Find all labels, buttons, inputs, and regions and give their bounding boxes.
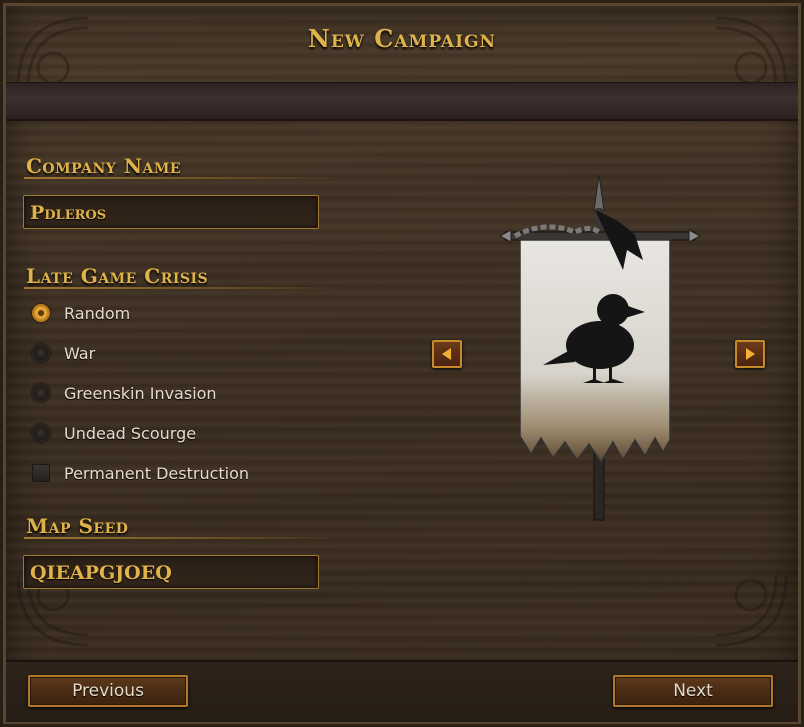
radio-button[interactable] xyxy=(32,384,50,402)
permanent-destruction-label: Permanent Destruction xyxy=(64,463,250,483)
crisis-option-label: Undead Scourge xyxy=(64,423,197,443)
radio-button[interactable] xyxy=(32,344,50,362)
title-divider-band xyxy=(6,82,798,121)
company-banner xyxy=(495,170,705,525)
crisis-heading: Late Game Crisis xyxy=(26,264,209,288)
crisis-option-undead-scourge[interactable]: Undead Scourge xyxy=(32,421,196,445)
arrow-right-icon xyxy=(746,348,755,360)
crisis-option-war[interactable]: War xyxy=(32,341,95,365)
window-title: New Campaign xyxy=(307,24,497,53)
company-name-heading: Company Name xyxy=(26,154,182,178)
next-button[interactable]: Next xyxy=(613,675,773,707)
crisis-underline xyxy=(24,287,344,289)
radio-button-selected[interactable] xyxy=(32,304,50,322)
company-name-underline xyxy=(24,177,344,179)
radio-button[interactable] xyxy=(32,424,50,442)
next-banner-button[interactable] xyxy=(735,340,765,368)
crisis-option-label: Random xyxy=(64,303,131,323)
company-name-input[interactable]: Pdleros xyxy=(23,195,319,229)
permanent-destruction-option[interactable]: Permanent Destruction xyxy=(32,461,249,485)
arrow-left-icon xyxy=(442,348,451,360)
map-seed-heading: Map Seed xyxy=(26,514,129,538)
crisis-option-label: War xyxy=(64,343,96,363)
previous-banner-button[interactable] xyxy=(432,340,462,368)
corner-ornament-icon xyxy=(706,565,796,655)
crisis-option-random[interactable]: Random xyxy=(32,301,130,325)
map-seed-input[interactable]: QIEAPGJOEQ xyxy=(23,555,319,589)
crisis-option-label: Greenskin Invasion xyxy=(64,383,217,403)
previous-button[interactable]: Previous xyxy=(28,675,188,707)
crisis-option-greenskin-invasion[interactable]: Greenskin Invasion xyxy=(32,381,217,405)
map-seed-underline xyxy=(24,537,344,539)
permanent-destruction-checkbox[interactable] xyxy=(32,464,50,482)
